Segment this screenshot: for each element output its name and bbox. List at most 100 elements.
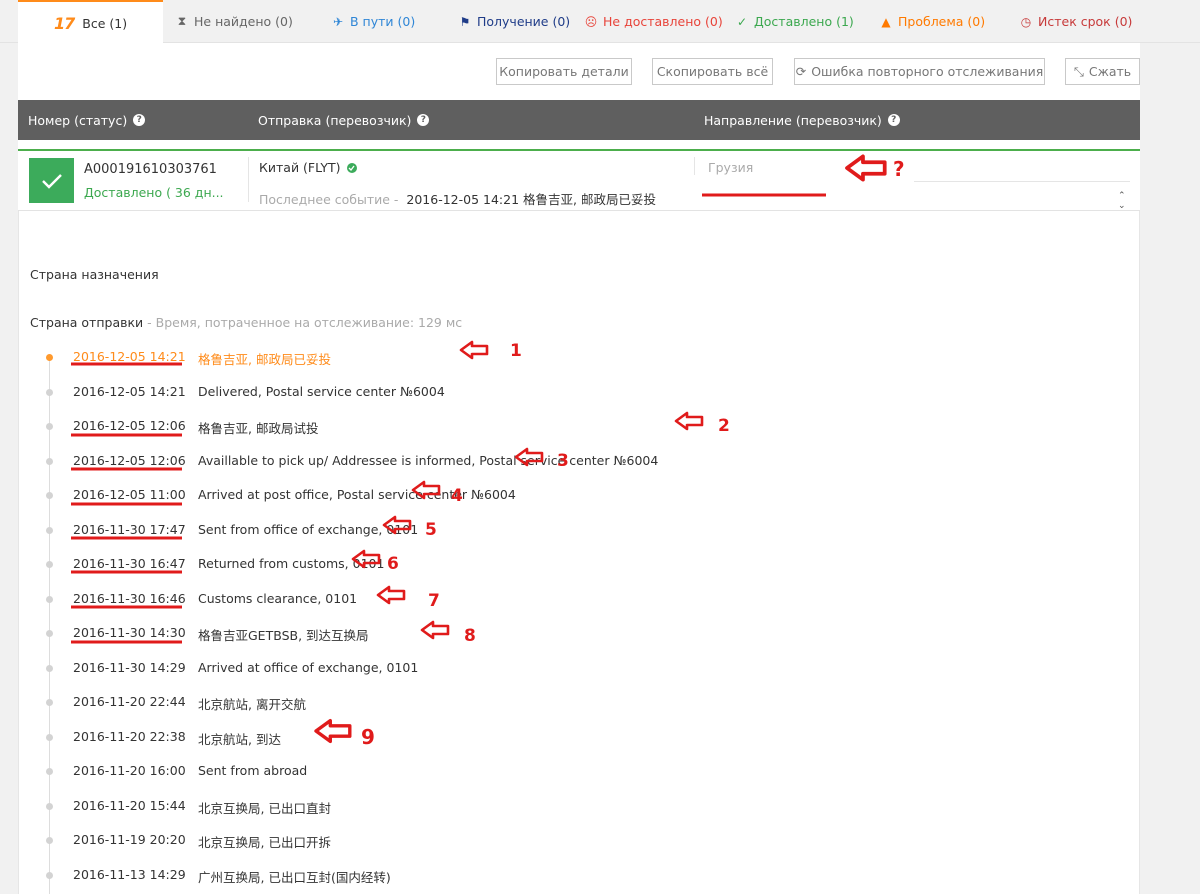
last-event: Последнее событие - 2016-12-05 14:21 格鲁吉… bbox=[259, 189, 656, 208]
annotation-marker: 1 bbox=[510, 341, 522, 361]
event-description: 北京航站, 离开交航 bbox=[198, 697, 306, 712]
event-row: 2016-12-05 12:06 格鲁吉亚, 邮政局试投 bbox=[19, 418, 1141, 438]
collapse-button[interactable]: ⤡ Сжать bbox=[1065, 58, 1140, 85]
event-time: 2016-11-30 16:46 bbox=[73, 590, 186, 606]
status-tab-bar: 17 Все (1) ⧗ Не найдено (0) ✈ В пути (0)… bbox=[0, 0, 1200, 44]
event-description: 北京互换局, 已出口直封 bbox=[198, 800, 331, 816]
shipment-summary-row[interactable]: A000191610303761 Доставлено ( 36 дн... К… bbox=[18, 149, 1140, 211]
tab-label: Все (1) bbox=[82, 15, 128, 31]
event-time: 2016-11-30 14:30 bbox=[73, 625, 186, 640]
timeline-dot bbox=[46, 492, 53, 499]
event-description: 北京航站, 到达 bbox=[198, 731, 281, 747]
timeline-dot bbox=[46, 561, 53, 568]
divider bbox=[694, 157, 695, 175]
event-description: Customs clearance, 0101 bbox=[198, 590, 358, 606]
origin-carrier: Китай (FLYT) bbox=[259, 160, 357, 175]
event-description: Returned from customs, 0101 bbox=[198, 556, 385, 571]
event-description: Arrived at office of exchange, 0101 bbox=[198, 659, 419, 675]
help-icon[interactable]: ? bbox=[133, 114, 146, 126]
event-row: 2016-11-20 16:00 Sent from abroad bbox=[19, 763, 1141, 783]
event-row: 2016-11-30 14:30 格鲁吉亚GETBSB, 到达互换局 bbox=[19, 625, 1141, 645]
origin-country-heading: Страна отправки - Время, потраченное на … bbox=[30, 315, 462, 330]
timeline-dot bbox=[46, 733, 53, 741]
event-row: 2016-11-19 20:20 北京互换局, 已出口开拆 bbox=[19, 832, 1141, 852]
button-label: Скопировать всё bbox=[656, 64, 769, 79]
event-time: 2016-11-30 16:47 bbox=[73, 556, 186, 571]
hourglass-icon: ⧗ bbox=[177, 14, 187, 28]
divider bbox=[248, 157, 249, 202]
event-row: 2016-12-05 11:00 Arrived at post office, … bbox=[19, 487, 1141, 507]
tab-delivered[interactable]: ✓ Доставлено (1) bbox=[735, 0, 854, 43]
shipment-status: Доставлено ( 36 дн... bbox=[84, 185, 224, 200]
annotation-marker: 9 bbox=[361, 725, 375, 749]
event-row: 2016-11-30 14:29 Arrived at office of exc… bbox=[19, 660, 1141, 680]
event-description: Availlable to pick up/ Addressee is info… bbox=[198, 452, 659, 468]
event-time: 2016-12-05 11:00 bbox=[73, 487, 186, 502]
event-description: Sent from office of exchange, 0101 bbox=[198, 521, 419, 537]
timeline-dot bbox=[46, 388, 53, 396]
header-label: Номер (статус) bbox=[28, 112, 128, 128]
help-icon[interactable]: ? bbox=[887, 114, 900, 126]
timeline-dot bbox=[46, 871, 53, 879]
help-icon[interactable]: ? bbox=[417, 114, 430, 126]
tracking-details: Страна назначения Страна отправки - Врем… bbox=[18, 211, 1140, 894]
event-description: 格鲁吉亚, 邮政局已妥投 bbox=[198, 352, 331, 367]
annotation-marker: 4 bbox=[451, 486, 463, 506]
tab-label: Не доставлено (0) bbox=[603, 14, 723, 29]
tracking-number[interactable]: A000191610303761 bbox=[84, 162, 217, 177]
tab-expired[interactable]: ◷ Истек срок (0) bbox=[1019, 0, 1133, 43]
flag-icon: ⚑ bbox=[459, 14, 471, 29]
event-description: Arrived at post office, Postal service c… bbox=[198, 487, 516, 502]
event-time: 2016-11-19 20:20 bbox=[73, 832, 186, 847]
tab-label: Доставлено (1) bbox=[754, 14, 854, 29]
header-label: Направление (перевозчик) bbox=[704, 112, 882, 128]
timeline-dot bbox=[46, 802, 53, 810]
refresh-icon: ⟳ bbox=[795, 64, 807, 79]
annotation-marker: 5 bbox=[425, 520, 437, 540]
event-time: 2016-12-05 14:21 bbox=[73, 383, 186, 399]
timeline-dot bbox=[46, 837, 53, 844]
event-row: 2016-11-13 14:29 广州互换局, 已出口互封(国内经转) bbox=[19, 867, 1141, 887]
origin-label: Китай (FLYT) bbox=[259, 160, 341, 175]
timeline-dot bbox=[46, 595, 53, 603]
event-description: Sent from abroad bbox=[198, 763, 308, 778]
tab-not-found[interactable]: ⧗ Не найдено (0) bbox=[175, 0, 293, 43]
check-icon: ✓ bbox=[736, 14, 748, 29]
header-origin-carrier: Отправка (перевозчик) ? bbox=[258, 100, 430, 140]
event-time: 2016-11-20 15:44 bbox=[73, 797, 186, 813]
timeline-dot bbox=[46, 768, 53, 775]
last-event-label: Последнее событие - bbox=[259, 192, 399, 207]
last-event-text: 2016-12-05 14:21 格鲁吉亚, 邮政局已妥投 bbox=[406, 192, 656, 207]
event-description: Delivered, Postal service center №6004 bbox=[198, 383, 445, 399]
annotation-marker: 7 bbox=[428, 591, 440, 611]
delivered-status-icon bbox=[29, 158, 74, 203]
tab-in-transit[interactable]: ✈ В пути (0) bbox=[331, 0, 415, 43]
header-number-status: Номер (статус) ? bbox=[28, 100, 146, 140]
warning-icon: ▲ bbox=[881, 14, 891, 29]
button-label: Копировать детали bbox=[499, 64, 629, 79]
copy-all-button[interactable]: Скопировать всё bbox=[652, 58, 773, 85]
tab-label: Проблема (0) bbox=[898, 14, 986, 29]
retrack-error-button[interactable]: ⟳ Ошибка повторного отслеживания bbox=[794, 58, 1045, 85]
expand-chevron-icon[interactable]: ⌃ ⌄ bbox=[1118, 191, 1126, 211]
header-destination-carrier: Направление (перевозчик) ? bbox=[704, 100, 900, 140]
timeline-dot bbox=[46, 526, 53, 534]
annotation-marker: 6 bbox=[387, 554, 399, 574]
tracking-time: - Время, потраченное на отслеживание: 12… bbox=[147, 315, 463, 330]
tab-label: Истек срок (0) bbox=[1038, 14, 1133, 29]
copy-details-button[interactable]: Копировать детали bbox=[496, 58, 632, 85]
tab-label: Получение (0) bbox=[477, 14, 571, 29]
annotation-marker: 2 bbox=[718, 416, 730, 436]
tab-undelivered[interactable]: ☹ Не доставлено (0) bbox=[584, 0, 723, 43]
event-description: 北京互换局, 已出口开拆 bbox=[198, 835, 331, 850]
tab-all[interactable]: 17 Все (1) bbox=[18, 0, 164, 44]
tab-problem[interactable]: ▲ Проблема (0) bbox=[879, 0, 985, 43]
event-description: 格鲁吉亚, 邮政局试投 bbox=[198, 421, 319, 436]
tab-pickup[interactable]: ⚑ Получение (0) bbox=[458, 0, 571, 43]
17track-logo: 17 bbox=[54, 13, 75, 33]
event-description: 格鲁吉亚GETBSB, 到达互换局 bbox=[198, 628, 369, 643]
annotation-marker: 8 bbox=[464, 626, 476, 646]
collapse-icon: ⤡ bbox=[1073, 63, 1084, 79]
event-row: 2016-11-30 17:47 Sent from office of exch… bbox=[19, 522, 1141, 542]
event-row: 2016-12-05 14:21 格鲁吉亚, 邮政局已妥投 bbox=[19, 349, 1141, 369]
